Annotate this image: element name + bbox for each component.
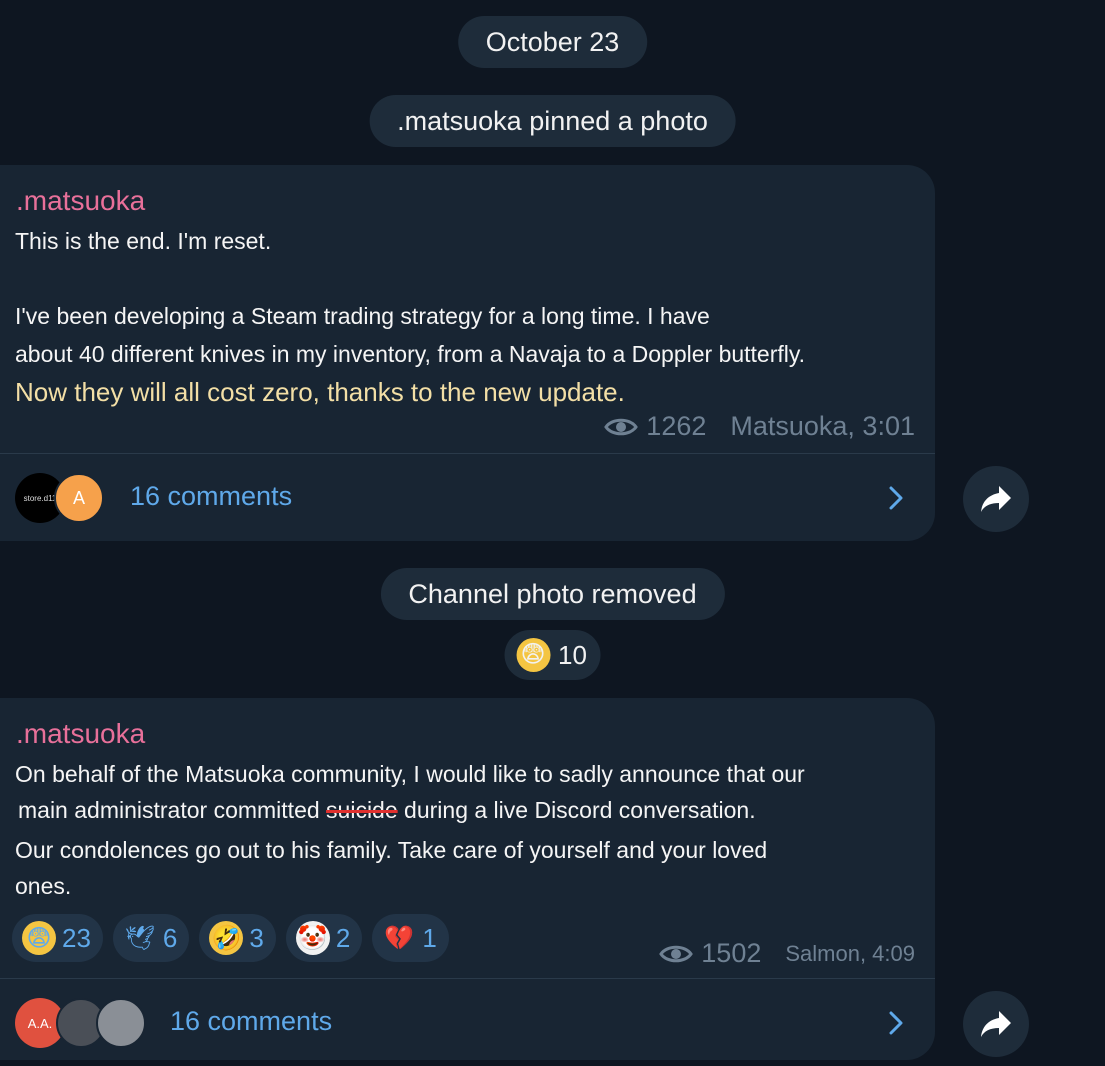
comments-label[interactable]: 16 comments <box>170 1006 332 1037</box>
reaction-count: 2 <box>335 922 351 953</box>
reaction-bar: 😨 23 🕊 6 🤣 3 🤡 2 💔 1 <box>12 914 449 962</box>
rofl-face-icon: 🤣 <box>209 921 244 955</box>
dove-icon: 🕊 <box>124 924 156 952</box>
commenter-avatar-image <box>96 998 146 1048</box>
fearful-face-icon: 😨 <box>22 921 56 955</box>
share-button[interactable] <box>963 991 1029 1057</box>
share-arrow-icon <box>981 1011 1011 1037</box>
share-arrow-icon <box>981 486 1011 512</box>
post-signature: Matsuoka, 3:01 <box>730 411 915 441</box>
commenter-avatar: A <box>54 473 104 523</box>
divider <box>0 453 935 454</box>
post-author[interactable]: .matsuoka <box>16 185 145 217</box>
reaction-chip[interactable]: 🤡 2 <box>285 914 363 962</box>
struck-word: suicide <box>326 797 398 823</box>
pinned-notice[interactable]: .matsuoka pinned a photo <box>369 95 736 147</box>
post-text-line: Now they will all cost zero, thanks to t… <box>15 377 625 407</box>
channel-post: .matsuoka This is the end. I'm reset. I'… <box>0 165 935 541</box>
comments-label[interactable]: 16 comments <box>130 481 292 512</box>
post-text-fragment: during a live Discord conversation. <box>397 797 756 823</box>
chevron-right-icon <box>889 1011 903 1035</box>
post-text-fragment: main administrator committed <box>18 797 327 823</box>
views-eye-icon <box>659 945 694 962</box>
post-author[interactable]: .matsuoka <box>16 718 145 750</box>
views-count: 1262 <box>646 411 707 441</box>
chevron-right-icon <box>889 486 903 510</box>
post-text-line: main administrator committed suicide dur… <box>18 792 918 829</box>
post-text-line: Our condolences go out to his family. Ta… <box>15 837 768 863</box>
reaction-chip[interactable]: 🤣 3 <box>199 914 276 962</box>
post-text-line: ones. <box>15 873 72 899</box>
post-meta: 1262 Matsuoka, 3:01 <box>604 411 915 442</box>
reaction-count: 23 <box>62 922 91 953</box>
reaction-count: 1 <box>422 922 437 953</box>
views-count: 1502 <box>701 938 762 968</box>
reaction-chip[interactable]: 💔 1 <box>372 914 449 962</box>
share-button[interactable] <box>963 466 1029 532</box>
comments-button[interactable]: store.d11 A 16 comments <box>0 455 935 541</box>
reaction-chip[interactable]: 🕊 6 <box>112 914 190 962</box>
reaction-count: 10 <box>558 640 587 670</box>
post-text-line: This is the end. I'm reset. <box>15 228 272 254</box>
post-text-line: about 40 different knives in my inventor… <box>15 341 806 367</box>
divider <box>0 978 935 979</box>
post-meta: 1502 Salmon, 4:09 <box>659 938 915 969</box>
post-text-line: I've been developing a Steam trading str… <box>15 303 710 329</box>
reaction-count: 6 <box>162 922 178 953</box>
post-text-line: On behalf of the Matsuoka community, I w… <box>15 761 805 787</box>
fearful-face-icon: 😨 <box>516 638 551 672</box>
broken-heart-icon: 💔 <box>384 924 415 952</box>
clown-face-icon: 🤡 <box>295 921 330 955</box>
date-separator: October 23 <box>457 16 648 68</box>
channel-photo-removed-notice: Channel photo removed <box>380 568 725 620</box>
reaction-count: 3 <box>249 922 264 953</box>
views-eye-icon <box>604 418 639 435</box>
reaction-chip[interactable]: 😨 10 <box>504 630 601 680</box>
comments-button[interactable]: A.A. 16 comments <box>0 980 935 1066</box>
channel-post: .matsuoka On behalf of the Matsuoka comm… <box>0 698 935 1060</box>
reaction-chip[interactable]: 😨 23 <box>12 914 103 962</box>
post-signature: Salmon, 4:09 <box>785 940 915 966</box>
